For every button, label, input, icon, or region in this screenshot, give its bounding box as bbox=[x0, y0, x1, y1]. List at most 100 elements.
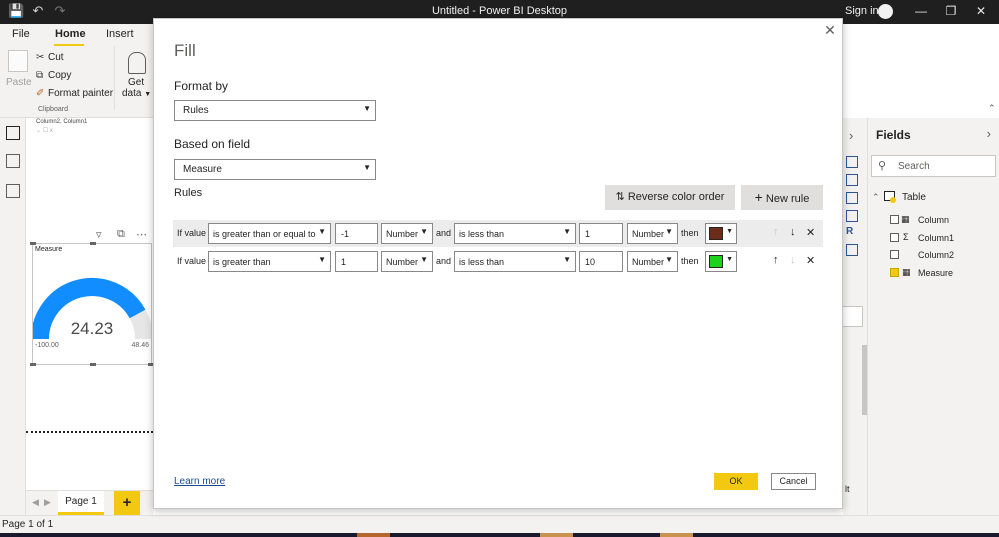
chevron-down-icon: ▼ bbox=[420, 227, 428, 236]
tab-home[interactable]: Home bbox=[55, 28, 86, 40]
fields-pane: Fields › ⚲ Search ⌃ Table ▦ Column Σ Col… bbox=[868, 118, 999, 515]
ok-button[interactable]: OK bbox=[714, 473, 758, 490]
visual-type-icon[interactable] bbox=[846, 210, 858, 222]
operator2-select[interactable]: is less than ▼ bbox=[454, 251, 576, 272]
database-icon[interactable] bbox=[128, 52, 146, 74]
close-window-icon[interactable]: ✕ bbox=[971, 2, 991, 20]
value1-input[interactable]: -1 bbox=[335, 223, 378, 244]
reverse-color-order-button[interactable]: ⇅ Reverse color order bbox=[605, 185, 735, 210]
new-rule-button[interactable]: + New rule bbox=[741, 185, 823, 210]
move-down-icon[interactable]: ↓ bbox=[790, 254, 796, 266]
operator2-select[interactable]: is less than ▼ bbox=[454, 223, 576, 244]
chevron-down-icon: ▼ bbox=[726, 228, 733, 235]
resize-handle[interactable] bbox=[30, 242, 36, 245]
resize-handle[interactable] bbox=[90, 363, 96, 366]
move-up-icon[interactable]: ↑ bbox=[773, 226, 779, 238]
visual-type-icon[interactable] bbox=[846, 174, 858, 186]
scrollbar[interactable] bbox=[862, 345, 867, 415]
cancel-button[interactable]: Cancel bbox=[771, 473, 816, 490]
model-view-icon[interactable] bbox=[6, 184, 20, 198]
operator1-select[interactable]: is greater than ▼ bbox=[208, 251, 331, 272]
visual-title: Measure bbox=[35, 246, 63, 253]
gauge-min-label: -100.00 bbox=[35, 342, 59, 349]
type1-select[interactable]: Number ▼ bbox=[381, 251, 433, 272]
delete-rule-icon[interactable]: ✕ bbox=[806, 226, 815, 239]
then-label: then bbox=[681, 256, 699, 266]
resize-handle[interactable] bbox=[30, 363, 36, 366]
cut-button[interactable]: ✂ Cut bbox=[36, 52, 64, 63]
and-label: and bbox=[436, 228, 452, 238]
restore-icon[interactable]: ❐ bbox=[941, 2, 961, 20]
delete-rule-icon[interactable]: ✕ bbox=[806, 254, 815, 267]
taskbar-app[interactable] bbox=[357, 533, 390, 537]
minimize-icon[interactable]: — bbox=[911, 2, 931, 20]
table-badge bbox=[890, 197, 896, 203]
value2-input[interactable]: 10 bbox=[579, 251, 623, 272]
field-checkbox-checked[interactable] bbox=[890, 268, 899, 277]
visual-type-icon[interactable] bbox=[846, 156, 858, 168]
based-on-field-label: Based on field bbox=[174, 137, 251, 151]
format-painter-button[interactable]: ✐ Format painter bbox=[36, 88, 113, 99]
sort-icon: ⇅ bbox=[615, 191, 625, 203]
data-view-icon[interactable] bbox=[6, 154, 20, 168]
calculator-icon: ▦ bbox=[902, 267, 911, 277]
page-tab[interactable]: Page 1 bbox=[58, 491, 104, 515]
gauge-visual[interactable]: Measure 24.23 -100.00 48.46 bbox=[30, 242, 154, 366]
field-checkbox[interactable] bbox=[890, 215, 899, 224]
type2-select[interactable]: Number ▼ bbox=[627, 251, 678, 272]
more-options-icon[interactable]: ⋯ bbox=[136, 228, 147, 241]
scissors-icon: ✂ bbox=[36, 52, 45, 63]
value1-input[interactable]: 1 bbox=[335, 251, 378, 272]
taskbar-app[interactable] bbox=[660, 533, 693, 537]
type1-select[interactable]: Number ▼ bbox=[381, 223, 433, 244]
resize-handle[interactable] bbox=[90, 242, 96, 245]
prev-page-icon[interactable]: ◀ bbox=[32, 497, 39, 508]
report-canvas[interactable]: Column2, Column1 ⌄ ☐ x ▿ ⧉ ⋯ Measure 24.… bbox=[26, 118, 154, 490]
and-label: and bbox=[436, 256, 452, 266]
visualizations-field-well[interactable] bbox=[843, 306, 863, 327]
color-chip bbox=[709, 227, 723, 240]
ribbon-collapse-icon[interactable]: ⌃ bbox=[988, 103, 996, 114]
report-view-icon[interactable] bbox=[6, 126, 20, 140]
value2-input[interactable]: 1 bbox=[579, 223, 623, 244]
visual-field-label: Column2, Column1 bbox=[36, 119, 88, 125]
field-checkbox[interactable] bbox=[890, 250, 899, 259]
tab-file[interactable]: File bbox=[12, 28, 30, 40]
r-visual-icon[interactable]: R bbox=[846, 226, 853, 237]
page-count: Page 1 of 1 bbox=[2, 519, 54, 530]
color-picker[interactable]: ▼ bbox=[705, 223, 737, 244]
next-page-icon[interactable]: ▶ bbox=[44, 497, 51, 508]
avatar[interactable] bbox=[878, 4, 893, 19]
chevron-down-icon: ▼ bbox=[726, 256, 733, 263]
get-data-line1[interactable]: Get bbox=[128, 77, 144, 88]
sign-in-link[interactable]: Sign in bbox=[845, 5, 879, 17]
paste-icon[interactable] bbox=[8, 50, 28, 72]
move-up-icon[interactable]: ↑ bbox=[773, 254, 779, 266]
close-icon[interactable]: ✕ bbox=[823, 23, 837, 37]
format-by-label: Format by bbox=[174, 79, 229, 93]
copy-button[interactable]: ⧉ Copy bbox=[36, 70, 71, 81]
field-checkbox[interactable] bbox=[890, 233, 899, 242]
collapse-visualizations-icon[interactable]: › bbox=[849, 128, 853, 143]
operator1-select[interactable]: is greater than or equal to ▼ bbox=[208, 223, 331, 244]
learn-more-link[interactable]: Learn more bbox=[174, 476, 225, 487]
format-by-select[interactable]: Rules ▼ bbox=[174, 100, 376, 121]
collapse-fields-icon[interactable]: › bbox=[987, 126, 991, 141]
color-picker[interactable]: ▼ bbox=[705, 251, 737, 272]
paste-button[interactable]: Paste bbox=[6, 77, 32, 88]
fields-search-input[interactable]: ⚲ Search bbox=[871, 155, 996, 177]
visual-type-icon[interactable] bbox=[846, 192, 858, 204]
get-data-button[interactable]: data ▼ bbox=[122, 88, 151, 99]
rules-label: Rules bbox=[174, 187, 203, 199]
move-down-icon[interactable]: ↓ bbox=[790, 226, 796, 238]
focus-mode-icon[interactable]: ⧉ bbox=[117, 228, 125, 241]
taskbar-app[interactable] bbox=[540, 533, 573, 537]
filter-icon[interactable]: ▿ bbox=[96, 228, 102, 241]
clipboard-group-label: Clipboard bbox=[38, 106, 68, 113]
add-page-button[interactable]: + bbox=[114, 491, 140, 515]
ribbon-tabs: File Home Insert bbox=[0, 24, 160, 46]
based-on-field-select[interactable]: Measure ▼ bbox=[174, 159, 376, 180]
tab-insert[interactable]: Insert bbox=[106, 28, 134, 40]
type2-select[interactable]: Number ▼ bbox=[627, 223, 678, 244]
visual-type-icon[interactable] bbox=[846, 244, 858, 256]
